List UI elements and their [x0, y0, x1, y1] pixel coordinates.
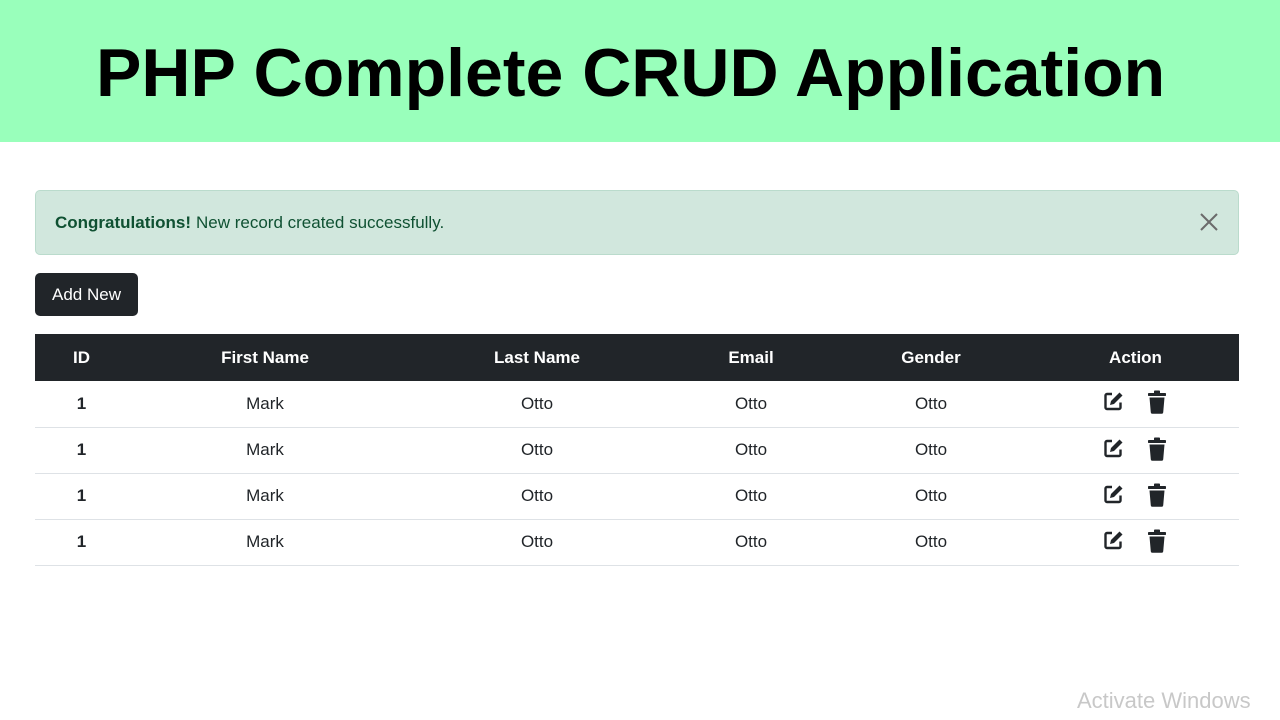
- cell-action: [1032, 381, 1239, 427]
- cell-action: [1032, 519, 1239, 565]
- header-gender: Gender: [901, 347, 961, 367]
- edit-icon[interactable]: [1103, 437, 1125, 461]
- records-table: ID First Name Last Name Email Gender Act…: [35, 334, 1239, 566]
- cell-first-name: Mark: [246, 532, 284, 551]
- alert-strong-text: Congratulations!: [55, 212, 191, 232]
- table-row: 1 Mark Otto Otto Otto: [35, 473, 1239, 519]
- close-icon[interactable]: [1198, 211, 1220, 233]
- trash-icon[interactable]: [1147, 483, 1169, 507]
- cell-email: Otto: [734, 393, 768, 413]
- cell-last-name: Otto: [520, 532, 554, 551]
- cell-last-name: Otto: [520, 486, 554, 505]
- cell-gender: Otto: [914, 393, 948, 413]
- cell-id: 1: [76, 393, 87, 413]
- title-banner: PHP Complete CRUD Application: [0, 0, 1280, 142]
- table-row: 1 Mark Otto Otto Otto: [35, 427, 1239, 473]
- cell-action: [1032, 473, 1239, 519]
- cell-gender: Otto: [914, 440, 948, 459]
- header-id: ID: [73, 347, 90, 367]
- cell-first-name: Mark: [246, 486, 284, 505]
- cell-last-name: Otto: [520, 393, 554, 413]
- edit-icon[interactable]: [1103, 529, 1125, 553]
- header-first-name: First Name: [221, 347, 309, 367]
- table-row: 1 Mark Otto Otto Otto: [35, 381, 1239, 427]
- cell-first-name: Mark: [246, 393, 284, 413]
- cell-email: Otto: [734, 486, 768, 505]
- trash-icon[interactable]: [1147, 529, 1169, 553]
- cell-id: 1: [76, 486, 87, 505]
- cell-first-name: Mark: [246, 440, 284, 459]
- table-row: 1 Mark Otto Otto Otto: [35, 519, 1239, 565]
- success-alert: Congratulations! New record created succ…: [35, 190, 1239, 255]
- trash-icon[interactable]: [1147, 390, 1169, 415]
- cell-email: Otto: [734, 440, 768, 459]
- add-new-button[interactable]: Add New: [35, 273, 138, 316]
- cell-id: 1: [76, 532, 87, 551]
- header-action: Action: [1109, 347, 1162, 367]
- cell-action: [1032, 427, 1239, 473]
- edit-icon[interactable]: [1103, 390, 1125, 414]
- alert-message: New record created successfully.: [196, 212, 445, 232]
- page-title: PHP Complete CRUD Application: [96, 35, 1166, 111]
- cell-id: 1: [76, 440, 87, 459]
- cell-email: Otto: [734, 532, 768, 551]
- edit-icon[interactable]: [1103, 483, 1125, 507]
- table-header-row: ID First Name Last Name Email Gender Act…: [35, 334, 1239, 381]
- header-last-name: Last Name: [494, 347, 580, 367]
- cell-last-name: Otto: [520, 440, 554, 459]
- cell-gender: Otto: [914, 532, 948, 551]
- trash-icon[interactable]: [1147, 437, 1169, 461]
- cell-gender: Otto: [914, 486, 948, 505]
- header-email: Email: [728, 347, 774, 367]
- activate-windows-watermark: Activate Windows: [1077, 688, 1251, 713]
